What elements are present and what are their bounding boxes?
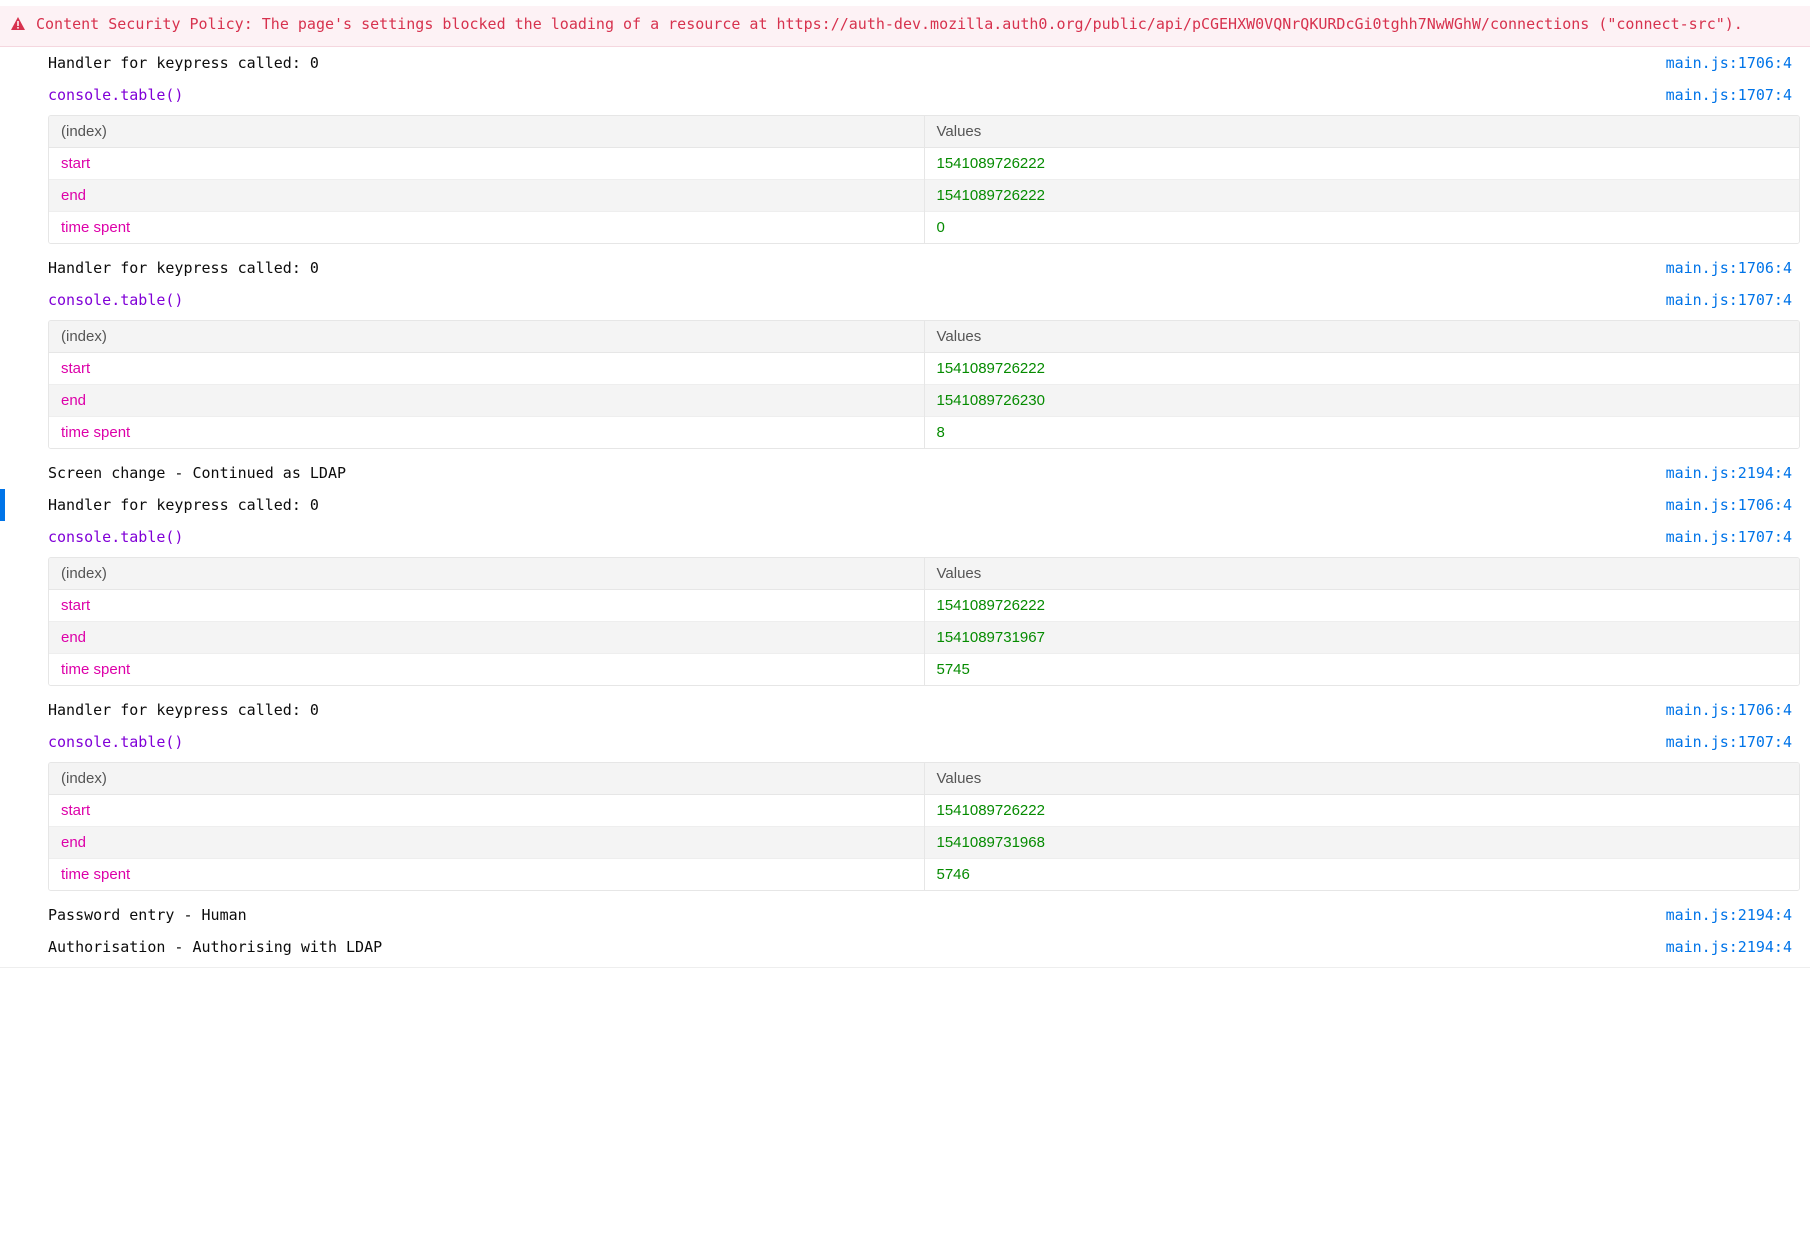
console-log-row[interactable]: Password entry - Humanmain.js:2194:4 — [0, 899, 1810, 931]
source-location[interactable]: main.js:1706:4 — [1666, 698, 1800, 722]
row-key: end — [49, 179, 924, 211]
row-value: 1541089731967 — [924, 621, 1799, 653]
source-location[interactable]: main.js:2194:4 — [1666, 903, 1800, 927]
console-log-row[interactable]: Authorisation - Authorising with LDAPmai… — [0, 931, 1810, 963]
row-value: 5746 — [924, 858, 1799, 890]
log-message: console.table() — [48, 730, 1666, 754]
table-row[interactable]: end1541089731967 — [49, 621, 1799, 653]
log-message: console.table() — [48, 288, 1666, 312]
log-message: console.table() — [48, 83, 1666, 107]
console-log-row[interactable]: Handler for keypress called: 0main.js:17… — [0, 694, 1810, 726]
table-row[interactable]: start1541089726222 — [49, 589, 1799, 621]
source-location[interactable]: main.js:1707:4 — [1666, 730, 1800, 754]
column-header-index[interactable]: (index) — [49, 558, 924, 590]
row-key: end — [49, 826, 924, 858]
column-header-index[interactable]: (index) — [49, 321, 924, 353]
table-row[interactable]: time spent5745 — [49, 653, 1799, 685]
console-table: (index)Valuesstart1541089726222end154108… — [48, 115, 1800, 244]
console-table: (index)Valuesstart1541089726222end154108… — [48, 762, 1800, 891]
source-location[interactable]: main.js:1707:4 — [1666, 83, 1800, 107]
source-location[interactable]: main.js:1707:4 — [1666, 525, 1800, 549]
divider — [0, 967, 1810, 968]
table-row[interactable]: time spent8 — [49, 416, 1799, 448]
row-key: start — [49, 147, 924, 179]
console-log-row[interactable]: Handler for keypress called: 0main.js:17… — [0, 252, 1810, 284]
row-value: 1541089726222 — [924, 352, 1799, 384]
row-key: end — [49, 621, 924, 653]
row-value: 1541089731968 — [924, 826, 1799, 858]
row-key: start — [49, 589, 924, 621]
row-key: time spent — [49, 653, 924, 685]
console-log-row[interactable]: Handler for keypress called: 0main.js:17… — [0, 489, 1810, 521]
log-message: Handler for keypress called: 0 — [48, 698, 1666, 722]
column-header-index[interactable]: (index) — [49, 763, 924, 795]
table-row[interactable]: end1541089726222 — [49, 179, 1799, 211]
log-message: Screen change - Continued as LDAP — [48, 461, 1666, 485]
table-row[interactable]: time spent5746 — [49, 858, 1799, 890]
column-header-index[interactable]: (index) — [49, 116, 924, 148]
log-message: Handler for keypress called: 0 — [48, 51, 1666, 75]
table-row[interactable]: start1541089726222 — [49, 794, 1799, 826]
column-header-values[interactable]: Values — [924, 558, 1799, 590]
log-message: Authorisation - Authorising with LDAP — [48, 935, 1666, 959]
console-output: Content Security Policy: The page's sett… — [0, 0, 1810, 974]
log-message: console.table() — [48, 525, 1666, 549]
table-row[interactable]: start1541089726222 — [49, 352, 1799, 384]
source-location[interactable]: main.js:1706:4 — [1666, 493, 1800, 517]
console-log-row[interactable]: console.table()main.js:1707:4 — [0, 284, 1810, 316]
log-message: Handler for keypress called: 0 — [48, 493, 1666, 517]
source-location[interactable]: main.js:1706:4 — [1666, 256, 1800, 280]
row-key: time spent — [49, 211, 924, 243]
warning-icon — [10, 16, 26, 32]
console-log-row[interactable]: Screen change - Continued as LDAPmain.js… — [0, 457, 1810, 489]
row-value: 1541089726222 — [924, 179, 1799, 211]
row-key: start — [49, 794, 924, 826]
row-key: start — [49, 352, 924, 384]
console-log-row[interactable]: console.table()main.js:1707:4 — [0, 726, 1810, 758]
row-value: 8 — [924, 416, 1799, 448]
row-value: 5745 — [924, 653, 1799, 685]
log-message: Password entry - Human — [48, 903, 1666, 927]
console-table: (index)Valuesstart1541089726222end154108… — [48, 557, 1800, 686]
error-message: Content Security Policy: The page's sett… — [36, 14, 1743, 36]
row-value: 0 — [924, 211, 1799, 243]
row-value: 1541089726230 — [924, 384, 1799, 416]
table-row[interactable]: end1541089726230 — [49, 384, 1799, 416]
column-header-values[interactable]: Values — [924, 321, 1799, 353]
row-key: time spent — [49, 416, 924, 448]
row-value: 1541089726222 — [924, 589, 1799, 621]
console-log-row[interactable]: console.table()main.js:1707:4 — [0, 521, 1810, 553]
source-location[interactable]: main.js:2194:4 — [1666, 935, 1800, 959]
source-location[interactable]: main.js:1707:4 — [1666, 288, 1800, 312]
console-error[interactable]: Content Security Policy: The page's sett… — [0, 6, 1810, 47]
table-row[interactable]: end1541089731968 — [49, 826, 1799, 858]
column-header-values[interactable]: Values — [924, 116, 1799, 148]
column-header-values[interactable]: Values — [924, 763, 1799, 795]
source-location[interactable]: main.js:1706:4 — [1666, 51, 1800, 75]
table-row[interactable]: start1541089726222 — [49, 147, 1799, 179]
row-value: 1541089726222 — [924, 147, 1799, 179]
source-location[interactable]: main.js:2194:4 — [1666, 461, 1800, 485]
log-message: Handler for keypress called: 0 — [48, 256, 1666, 280]
row-key: end — [49, 384, 924, 416]
table-row[interactable]: time spent0 — [49, 211, 1799, 243]
row-key: time spent — [49, 858, 924, 890]
console-log-row[interactable]: Handler for keypress called: 0main.js:17… — [0, 47, 1810, 79]
console-log-row[interactable]: console.table()main.js:1707:4 — [0, 79, 1810, 111]
console-table: (index)Valuesstart1541089726222end154108… — [48, 320, 1800, 449]
row-value: 1541089726222 — [924, 794, 1799, 826]
